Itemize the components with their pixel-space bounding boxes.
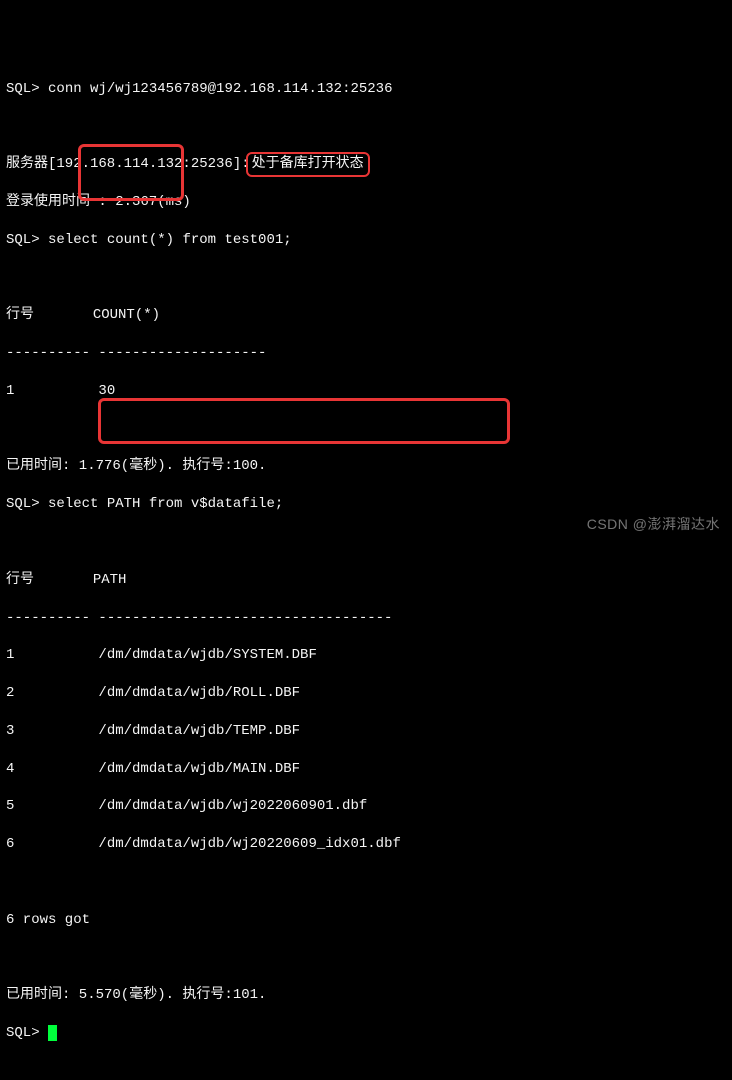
prompt-line-conn: SQL> conn wj/wj123456789@192.168.114.132… xyxy=(6,80,726,99)
row-label: 行号 xyxy=(6,572,34,588)
highlight-box-paths xyxy=(98,398,510,444)
query2-text: select PATH from v$datafile; xyxy=(48,496,283,512)
table-row: 5 /dm/dmdata/wjdb/wj2022060901.dbf xyxy=(6,797,726,816)
conn-command: conn wj/wj123456789@192.168.114.132:2523… xyxy=(48,81,392,97)
sql-prompt: SQL> xyxy=(6,1025,40,1041)
path-value: /dm/dmdata/wjdb/ROLL.DBF xyxy=(98,685,300,701)
table-row: 2 /dm/dmdata/wjdb/ROLL.DBF xyxy=(6,684,726,703)
sql-prompt: SQL> xyxy=(6,496,40,512)
row-num: 6 xyxy=(6,836,14,852)
path-value: /dm/dmdata/wjdb/wj2022060901.dbf xyxy=(98,798,367,814)
query1-text: select count(*) from test001; xyxy=(48,232,292,248)
path-header: 行号 PATH xyxy=(6,571,726,590)
count-value: 30 xyxy=(98,383,115,399)
count-label: COUNT(*) xyxy=(93,307,160,323)
path-label: PATH xyxy=(93,572,127,588)
prompt-line-q2: SQL> select PATH from v$datafile; xyxy=(6,495,726,514)
blank-line xyxy=(6,949,726,968)
table-row: 6 /dm/dmdata/wjdb/wj20220609_idx01.dbf xyxy=(6,835,726,854)
highlight-box-count xyxy=(78,144,184,201)
used-time-1: 已用时间: 1.776(毫秒). 执行号:100. xyxy=(6,457,726,476)
row-num: 5 xyxy=(6,798,14,814)
prompt-line-empty[interactable]: SQL> xyxy=(6,1024,726,1043)
row-num: 2 xyxy=(6,685,14,701)
blank-line xyxy=(6,117,726,136)
row-num: 3 xyxy=(6,723,14,739)
table-row: 4 /dm/dmdata/wjdb/MAIN.DBF xyxy=(6,760,726,779)
path-value: /dm/dmdata/wjdb/MAIN.DBF xyxy=(98,761,300,777)
prompt-line-q1: SQL> select count(*) from test001; xyxy=(6,231,726,250)
path-separator: ---------- -----------------------------… xyxy=(6,609,726,628)
row-num: 1 xyxy=(6,647,14,663)
row-num: 4 xyxy=(6,761,14,777)
blank-line xyxy=(6,268,726,287)
server-status-text: 处于备库打开状态 xyxy=(252,156,364,172)
server-status-highlight: 处于备库打开状态 xyxy=(246,152,370,177)
used-time-2: 已用时间: 5.570(毫秒). 执行号:101. xyxy=(6,986,726,1005)
table-row: 1 /dm/dmdata/wjdb/SYSTEM.DBF xyxy=(6,646,726,665)
count-header: 行号 COUNT(*) xyxy=(6,306,726,325)
row-num: 1 xyxy=(6,383,14,399)
blank-line xyxy=(6,533,726,552)
rows-got: 6 rows got xyxy=(6,911,726,930)
path-value: /dm/dmdata/wjdb/TEMP.DBF xyxy=(98,723,300,739)
cursor-icon xyxy=(48,1025,57,1041)
separator: ---------- -------------------- xyxy=(6,344,726,363)
path-value: /dm/dmdata/wjdb/SYSTEM.DBF xyxy=(98,647,316,663)
blank-line xyxy=(6,873,726,892)
path-value: /dm/dmdata/wjdb/wj20220609_idx01.dbf xyxy=(98,836,400,852)
sql-prompt: SQL> xyxy=(6,232,40,248)
watermark-text: CSDN @澎湃溜达水 xyxy=(587,515,720,534)
table-row: 3 /dm/dmdata/wjdb/TEMP.DBF xyxy=(6,722,726,741)
row-label: 行号 xyxy=(6,307,34,323)
sql-prompt: SQL> xyxy=(6,81,40,97)
